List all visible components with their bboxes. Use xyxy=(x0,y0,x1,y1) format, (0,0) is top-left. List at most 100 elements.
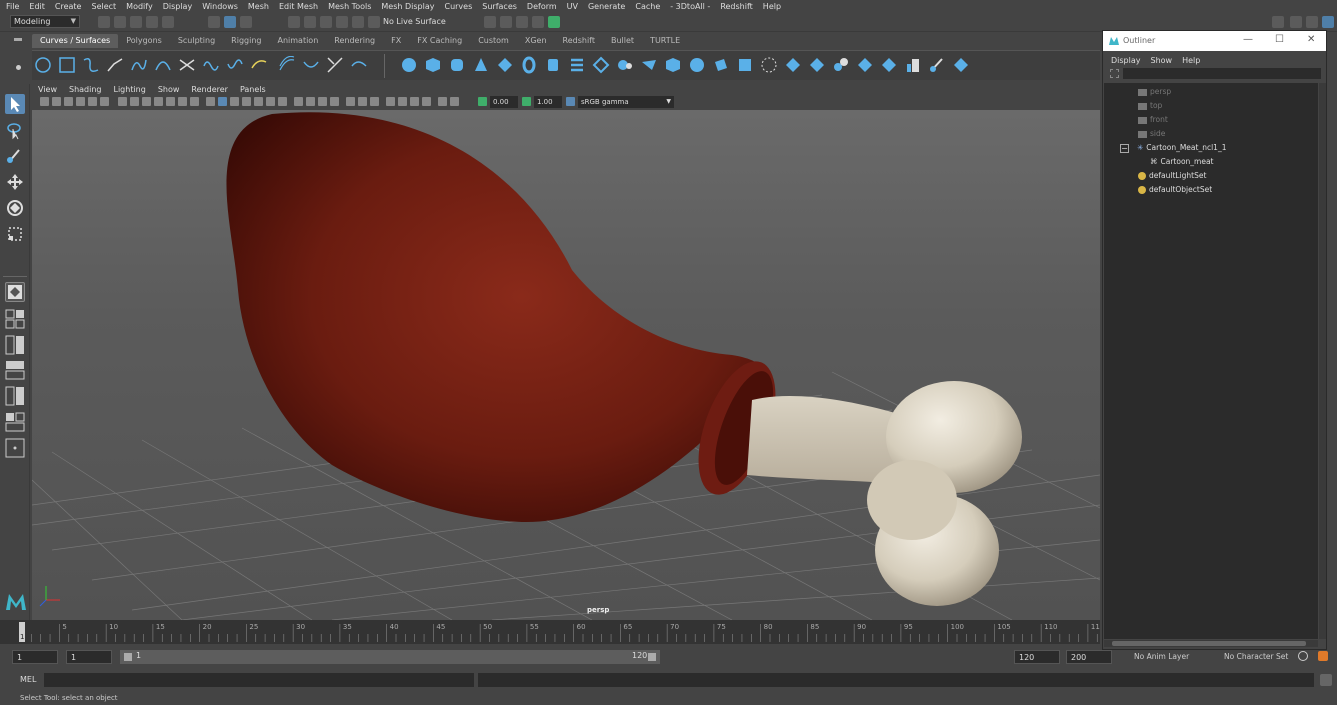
save-scene-icon[interactable] xyxy=(130,16,142,28)
resolution-gate-icon[interactable] xyxy=(142,97,151,106)
outliner-item-side[interactable]: side xyxy=(1138,127,1165,140)
detach-surfaces-icon[interactable] xyxy=(856,56,874,74)
attach-surfaces-icon[interactable] xyxy=(832,56,850,74)
shelf-tab-rigging[interactable]: Rigging xyxy=(223,34,269,48)
move-tool-icon[interactable] xyxy=(5,172,25,192)
minimize-icon[interactable]: — xyxy=(1243,34,1253,45)
viewport-menu-lighting[interactable]: Lighting xyxy=(113,85,145,94)
playback-start-field[interactable]: 1 xyxy=(66,650,112,664)
rebuild-curve-icon[interactable] xyxy=(326,56,344,74)
textured-icon[interactable] xyxy=(242,97,251,106)
viewport-menu-show[interactable]: Show xyxy=(158,85,180,94)
insert-isoparms-icon[interactable] xyxy=(904,56,922,74)
nurbs-sphere-icon[interactable] xyxy=(400,56,418,74)
outliner-item-top[interactable]: top xyxy=(1138,99,1162,112)
anti-aliasing-icon[interactable] xyxy=(318,97,327,106)
persp-graph-layout-icon[interactable] xyxy=(5,360,25,380)
ep-curve-icon[interactable] xyxy=(106,56,124,74)
shelf-tab-polygons[interactable]: Polygons xyxy=(118,34,170,48)
view-transform-select[interactable]: sRGB gamma ▼ xyxy=(578,96,674,108)
menu-deform[interactable]: Deform xyxy=(527,2,557,11)
menu-edit[interactable]: Edit xyxy=(29,2,45,11)
undo-icon[interactable] xyxy=(146,16,158,28)
outliner-menu-help[interactable]: Help xyxy=(1182,56,1200,65)
attribute-editor-toggle-icon[interactable] xyxy=(1306,16,1318,28)
viewport-menu-shading[interactable]: Shading xyxy=(69,85,102,94)
command-input[interactable] xyxy=(44,673,474,687)
two-sided-lighting-icon[interactable] xyxy=(410,97,419,106)
anim-prefs-icon[interactable] xyxy=(1298,651,1308,661)
hypershade-icon[interactable] xyxy=(548,16,560,28)
shelf-tab-bullet[interactable]: Bullet xyxy=(603,34,642,48)
film-gate-icon[interactable] xyxy=(130,97,139,106)
shadows-icon[interactable] xyxy=(266,97,275,106)
shelf-tab-redshift[interactable]: Redshift xyxy=(555,34,603,48)
gamma-icon[interactable] xyxy=(522,97,531,106)
render-view-icon[interactable] xyxy=(484,16,496,28)
shelf-tab-curves-surfaces[interactable]: Curves / Surfaces xyxy=(32,34,119,48)
persp-outliner-layout-icon[interactable] xyxy=(5,335,25,355)
time-slider[interactable]: 5 10 15 20 25 30 35 40 45 50 55 60 65 70 75 80 85 90 95 100… xyxy=(0,620,1104,644)
render-settings-icon[interactable] xyxy=(532,16,544,28)
attach-curves-icon[interactable] xyxy=(178,56,196,74)
custom-layout-icon[interactable] xyxy=(5,438,25,458)
loft-icon[interactable] xyxy=(568,56,586,74)
shelf-options-icon[interactable] xyxy=(16,65,21,70)
maximize-icon[interactable]: ☐ xyxy=(1275,34,1284,45)
shelf-tab-turtle[interactable]: TURTLE xyxy=(642,34,688,48)
modeling-toolkit-icon[interactable] xyxy=(1322,16,1334,28)
menu-edit-mesh[interactable]: Edit Mesh xyxy=(279,2,318,11)
shelf-tab-animation[interactable]: Animation xyxy=(269,34,326,48)
meat-mesh[interactable] xyxy=(226,112,763,522)
outliner-menu-display[interactable]: Display xyxy=(1111,56,1141,65)
snap-surface-icon[interactable] xyxy=(352,16,364,28)
render-frame-icon[interactable] xyxy=(500,16,512,28)
shelf-tab-xgen[interactable]: XGen xyxy=(517,34,555,48)
square-surface-icon[interactable] xyxy=(712,56,730,74)
new-scene-icon[interactable] xyxy=(98,16,110,28)
open-close-surfaces-icon[interactable] xyxy=(880,56,898,74)
collapse-icon[interactable]: − xyxy=(1120,143,1129,153)
channel-box-toggle-icon[interactable] xyxy=(1290,16,1302,28)
anim-layer-select[interactable]: No Anim Layer xyxy=(1120,650,1208,664)
birail-icon[interactable] xyxy=(640,56,658,74)
nurbs-circle-icon[interactable] xyxy=(34,56,52,74)
gate-mask-icon[interactable] xyxy=(154,97,163,106)
script-language-toggle[interactable]: MEL xyxy=(8,673,42,687)
boundary-icon[interactable] xyxy=(688,56,706,74)
viewport-menu-view[interactable]: View xyxy=(38,85,57,94)
lasso-tool-icon[interactable] xyxy=(5,121,25,141)
detach-curves-icon[interactable] xyxy=(202,56,220,74)
menu-mesh-tools[interactable]: Mesh Tools xyxy=(328,2,371,11)
arc-tool-icon[interactable] xyxy=(154,56,172,74)
isolate-select-icon[interactable] xyxy=(346,97,355,106)
outliner-item-default-light-set[interactable]: defaultLightSet xyxy=(1138,169,1206,182)
snap-grid-icon[interactable] xyxy=(288,16,300,28)
menu-select[interactable]: Select xyxy=(91,2,116,11)
menu-mesh-display[interactable]: Mesh Display xyxy=(381,2,434,11)
script-editor-icon[interactable] xyxy=(1320,674,1332,686)
outliner-layout-icon[interactable] xyxy=(5,412,25,432)
redo-icon[interactable] xyxy=(162,16,174,28)
ambient-occlusion-icon[interactable] xyxy=(294,97,303,106)
auto-key-icon[interactable] xyxy=(1318,651,1328,661)
extend-curve-icon[interactable] xyxy=(250,56,268,74)
trim-tool-icon[interactable] xyxy=(784,56,802,74)
menu-file[interactable]: File xyxy=(6,2,19,11)
extrude-icon[interactable] xyxy=(616,56,634,74)
menu-surfaces[interactable]: Surfaces xyxy=(482,2,517,11)
outliner-item-cartoon-meat-group[interactable]: − ✳ Cartoon_Meat_ncl1_1 xyxy=(1120,141,1226,154)
select-highlight-icon[interactable] xyxy=(386,97,395,106)
nurbs-cylinder-icon[interactable] xyxy=(448,56,466,74)
menu-modify[interactable]: Modify xyxy=(126,2,153,11)
xray-joints-icon[interactable] xyxy=(358,97,367,106)
camera-fit-icon[interactable] xyxy=(450,97,459,106)
menu-windows[interactable]: Windows xyxy=(202,2,238,11)
select-object-icon[interactable] xyxy=(224,16,236,28)
select-tool-icon[interactable] xyxy=(5,94,25,114)
outliner-item-default-object-set[interactable]: defaultObjectSet xyxy=(1138,183,1212,196)
viewport-menu-panels[interactable]: Panels xyxy=(240,85,266,94)
wireframe-on-shaded-icon[interactable] xyxy=(230,97,239,106)
select-component-icon[interactable] xyxy=(240,16,252,28)
camera-attributes-icon[interactable] xyxy=(52,97,61,106)
